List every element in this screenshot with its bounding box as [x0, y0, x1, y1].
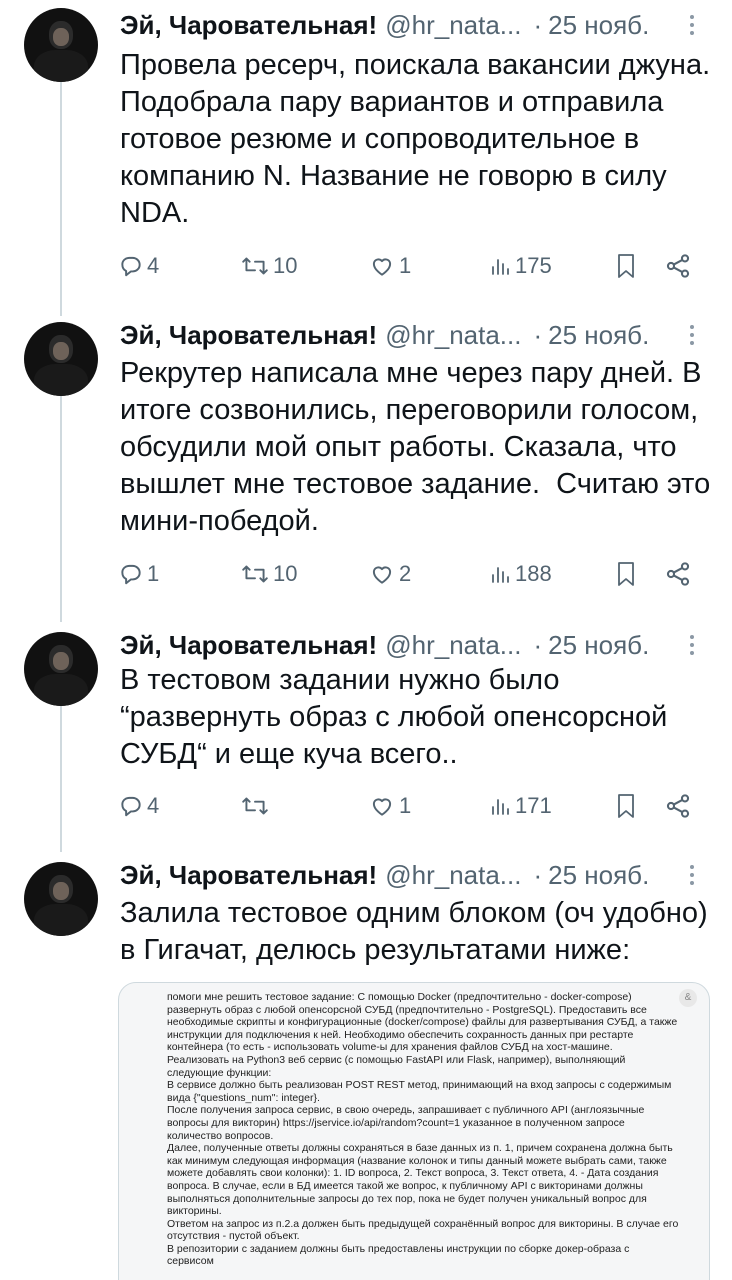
image-text-line: В репозитории с заданием должны быть пре… [167, 1242, 630, 1268]
retweet-button[interactable] [240, 790, 273, 822]
tweet-text: Провела ресерч, поискала вакансии джуна.… [120, 49, 719, 229]
retweet-icon [242, 797, 268, 815]
author-name[interactable]: Эй, Чаровательная! [120, 320, 377, 351]
reply-count: 4 [147, 253, 160, 278]
share-icon [666, 562, 690, 586]
tweet-date[interactable]: 25 нояб. [548, 630, 649, 661]
image-text: помоги мне решить тестовое задание: С по… [167, 991, 679, 1268]
bookmark-icon [618, 562, 634, 586]
views-count: 175 [515, 253, 552, 278]
avatar[interactable] [24, 632, 98, 706]
avatar[interactable] [24, 8, 98, 82]
separator: · [533, 9, 543, 40]
avatar[interactable] [24, 322, 98, 396]
share-button[interactable] [664, 558, 692, 590]
separator: · [533, 319, 543, 350]
like-count: 2 [399, 561, 412, 586]
views-count: 188 [515, 561, 552, 586]
more-options-icon[interactable] [686, 628, 698, 662]
tweet-date[interactable]: 25 нояб. [548, 320, 649, 351]
analytics-icon [492, 799, 509, 815]
analytics-icon [492, 567, 509, 583]
author-handle[interactable]: @hr_nata... [385, 860, 521, 891]
share-button[interactable] [664, 790, 692, 822]
link-icon: & [679, 989, 697, 1007]
analytics-icon [492, 259, 509, 275]
views-count: 171 [515, 793, 552, 818]
views-button[interactable]: 171 [488, 790, 552, 822]
image-text-line: После получения запроса сервис, в свою о… [167, 1104, 645, 1142]
heart-icon [372, 258, 392, 276]
reply-icon [121, 796, 141, 817]
attached-image[interactable]: & помоги мне решить тестовое задание: С … [118, 982, 710, 1280]
like-count: 1 [399, 793, 412, 818]
share-button[interactable] [664, 250, 692, 282]
like-button[interactable]: 2 [368, 558, 411, 590]
tweet-text: Рекрутер написала мне через пару дней. В… [120, 357, 719, 537]
tweet-date[interactable]: 25 нояб. [548, 10, 649, 41]
author-handle[interactable]: @hr_nata... [385, 10, 521, 41]
reply-button[interactable]: 4 [118, 790, 159, 822]
reply-icon [121, 564, 141, 585]
like-count: 1 [399, 253, 412, 278]
views-button[interactable]: 175 [488, 250, 552, 282]
like-button[interactable]: 1 [368, 250, 411, 282]
retweet-count: 10 [273, 561, 298, 586]
like-button[interactable]: 1 [368, 790, 411, 822]
heart-icon [372, 566, 392, 584]
tweet[interactable]: Эй, Чаровательная! @hr_nata... · 25 нояб… [0, 620, 732, 840]
tweet[interactable]: Эй, Чаровательная! @hr_nata... · 25 нояб… [0, 310, 732, 610]
image-text-line: помоги мне решить тестовое задание: С по… [167, 991, 678, 1054]
more-options-icon[interactable] [686, 318, 698, 352]
bookmark-button[interactable] [614, 558, 638, 590]
more-options-icon[interactable] [686, 8, 698, 42]
reply-button[interactable]: 1 [118, 558, 159, 590]
share-icon [666, 254, 690, 278]
retweet-icon [242, 565, 268, 583]
share-icon [666, 794, 690, 818]
tweet-date[interactable]: 25 нояб. [548, 860, 649, 891]
author-handle[interactable]: @hr_nata... [385, 630, 521, 661]
bookmark-button[interactable] [614, 790, 638, 822]
more-options-icon[interactable] [686, 858, 698, 892]
retweet-icon [242, 257, 268, 275]
reply-icon [121, 256, 141, 277]
avatar[interactable] [24, 862, 98, 936]
retweet-count: 10 [273, 253, 298, 278]
reply-count: 1 [147, 561, 160, 586]
tweet-text: В тестовом задании нужно было “развернут… [120, 664, 676, 770]
image-text-line: Далее, полученные ответы должны сохранят… [167, 1142, 673, 1218]
retweet-button[interactable]: 10 [240, 250, 297, 282]
author-name[interactable]: Эй, Чаровательная! [120, 10, 377, 41]
separator: · [533, 859, 543, 890]
bookmark-button[interactable] [614, 250, 638, 282]
image-text-line: В сервисе должно быть реализован POST RE… [167, 1079, 672, 1104]
reply-button[interactable]: 4 [118, 250, 159, 282]
bookmark-icon [618, 794, 634, 818]
separator: · [533, 629, 543, 660]
reply-count: 4 [147, 793, 160, 818]
bookmark-icon [618, 254, 634, 278]
views-button[interactable]: 188 [488, 558, 552, 590]
author-handle[interactable]: @hr_nata... [385, 320, 521, 351]
tweet-text: Залила тестовое одним блоком (оч удобно)… [120, 897, 716, 966]
image-text-line: Реализовать на Python3 веб сервис (с пом… [167, 1053, 626, 1079]
tweet[interactable]: Эй, Чаровательная! @hr_nata... · 25 нояб… [0, 0, 732, 300]
heart-icon [372, 798, 392, 816]
author-name[interactable]: Эй, Чаровательная! [120, 630, 377, 661]
author-name[interactable]: Эй, Чаровательная! [120, 860, 377, 891]
retweet-button[interactable]: 10 [240, 558, 297, 590]
image-text-line: Ответом на запрос из п.2.a должен быть п… [167, 1217, 679, 1243]
